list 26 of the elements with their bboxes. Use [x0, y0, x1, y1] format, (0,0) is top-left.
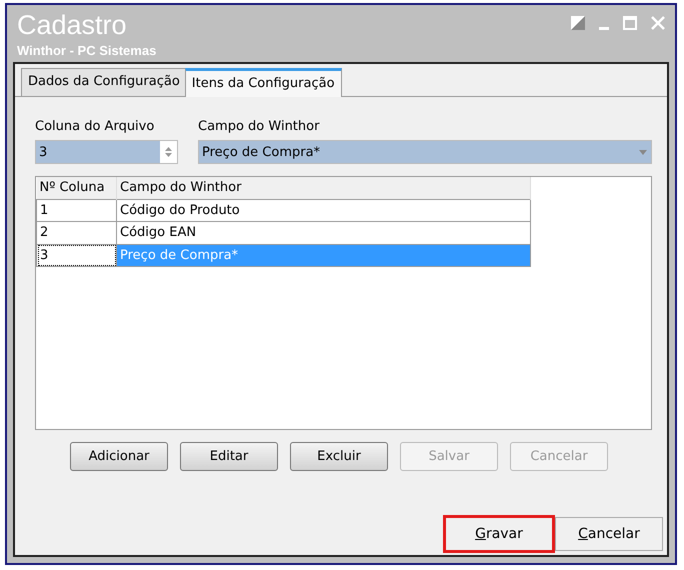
close-icon[interactable]	[651, 16, 665, 30]
table-cell[interactable]: 2	[36, 222, 116, 244]
table-cell[interactable]: Código do Produto	[116, 199, 530, 222]
down-arrow-icon[interactable]	[164, 153, 172, 158]
table-cell[interactable]: 1	[36, 199, 116, 222]
up-arrow-icon[interactable]	[164, 147, 172, 152]
dropdown-arrow-icon	[639, 150, 647, 155]
action-button[interactable]: Editar	[180, 442, 278, 472]
column-header[interactable]: Campo do Winthor	[116, 177, 530, 200]
field-label: Campo do Winthor	[198, 118, 320, 136]
tab[interactable]: Itens da Configuração	[184, 68, 342, 97]
field-dropdown[interactable]: Preço de Compra*	[198, 140, 652, 164]
action-button[interactable]: Excluir	[290, 442, 388, 472]
theme-icon[interactable]	[571, 16, 585, 30]
dialog-button[interactable]: Cancelar	[555, 517, 663, 551]
dialog-button[interactable]: Gravar	[445, 517, 553, 551]
table-cell[interactable]: 3	[36, 244, 116, 267]
maximize-icon[interactable]	[623, 16, 637, 30]
window-title: Cadastro	[17, 11, 128, 41]
window-subtitle: Winthor - PC Sistemas	[17, 42, 156, 60]
field-label: Coluna do Arquivo	[35, 118, 156, 136]
action-button[interactable]: Adicionar	[70, 442, 168, 472]
tab[interactable]: Dados da Configuração	[21, 68, 187, 96]
table-cell[interactable]: Código EAN	[116, 222, 530, 244]
column-spinner[interactable]: 3	[35, 140, 178, 164]
column-header[interactable]: Nº Coluna	[36, 177, 116, 200]
